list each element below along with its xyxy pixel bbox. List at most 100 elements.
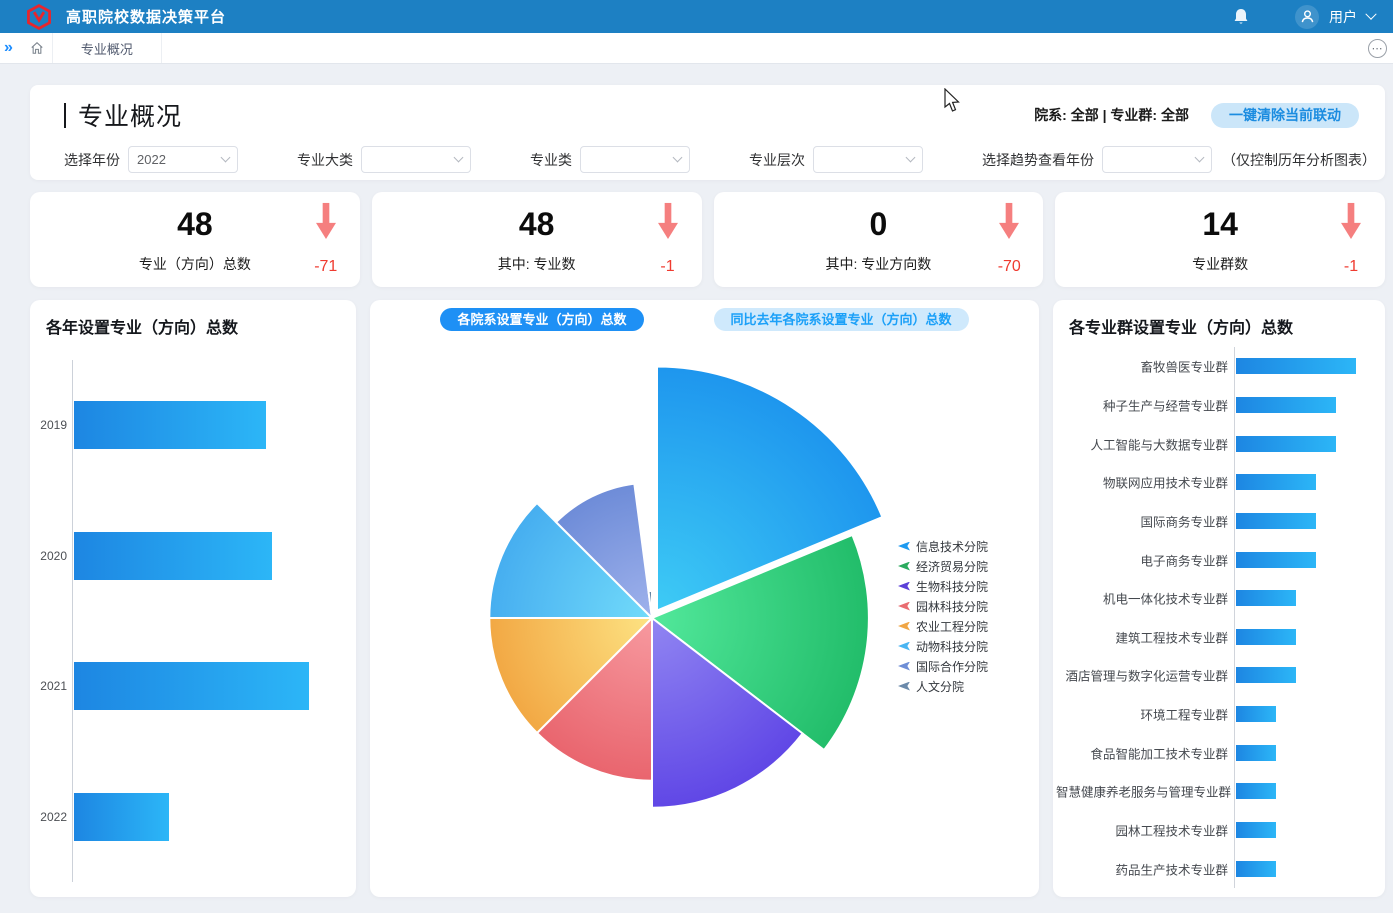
group-chart-row: 建筑工程技术专业群 <box>1235 629 1374 645</box>
legend-marker-icon <box>898 642 910 651</box>
stats-row: 48专业（方向）总数-7148其中: 专业数-10其中: 专业方向数-7014专… <box>30 192 1385 287</box>
year-axis-label: 2021 <box>31 679 67 693</box>
group-axis-label: 人工智能与大数据专业群 <box>1056 434 1228 453</box>
group-chart-title: 各专业群设置专业（方向）总数 <box>1053 300 1385 338</box>
group-chart-row: 物联网应用技术专业群 <box>1235 474 1374 490</box>
legend-item-5[interactable]: 动物科技分院 <box>898 636 988 656</box>
trend-down-arrow-icon <box>997 202 1021 240</box>
group-bar-9[interactable] <box>1236 706 1276 722</box>
chevron-down-icon <box>673 153 683 163</box>
legend-marker-icon <box>898 682 910 691</box>
group-axis-label: 环境工程专业群 <box>1056 705 1228 724</box>
legend-label: 经济贸易分院 <box>916 558 988 575</box>
filter-select-4[interactable] <box>1102 146 1212 173</box>
group-bar-12[interactable] <box>1236 822 1276 838</box>
filter-group-3: 专业层次 <box>749 146 923 173</box>
chevron-down-icon <box>454 153 464 163</box>
stat-card-0: 48专业（方向）总数-71 <box>30 192 360 287</box>
filter-label: 专业类 <box>530 150 572 170</box>
legend-item-3[interactable]: 园林科技分院 <box>898 596 988 616</box>
notification-bell-icon[interactable] <box>1233 8 1249 26</box>
group-bar-10[interactable] <box>1236 745 1276 761</box>
year-bar-2022[interactable] <box>74 793 169 841</box>
legend-item-1[interactable]: 经济贸易分院 <box>898 556 988 576</box>
chevron-down-icon <box>906 153 916 163</box>
stat-value: 0 <box>714 206 1044 243</box>
filter-label: 选择趋势查看年份 <box>982 150 1094 170</box>
group-axis-label: 建筑工程技术专业群 <box>1056 627 1228 646</box>
year-chart-row: 2019 <box>73 401 344 449</box>
yearly-chart-title: 各年设置专业（方向）总数 <box>30 300 356 338</box>
group-totals-chart-card: 各专业群设置专业（方向）总数 畜牧兽医专业群种子生产与经营专业群人工智能与大数据… <box>1053 300 1385 897</box>
group-axis-label: 电子商务专业群 <box>1056 550 1228 569</box>
legend-item-4[interactable]: 农业工程分院 <box>898 616 988 636</box>
group-bar-1[interactable] <box>1236 397 1336 413</box>
filter-group-1: 专业大类 <box>297 146 471 173</box>
group-bar-13[interactable] <box>1236 861 1276 877</box>
group-bar-2[interactable] <box>1236 436 1336 452</box>
filter-select-0[interactable]: 2022 <box>128 146 238 173</box>
group-bar-6[interactable] <box>1236 590 1296 606</box>
group-chart-row: 畜牧兽医专业群 <box>1235 358 1374 374</box>
filter-select-3[interactable] <box>813 146 923 173</box>
year-bar-2019[interactable] <box>74 401 266 449</box>
filter-group-2: 专业类 <box>530 146 690 173</box>
legend-marker-icon <box>898 582 910 591</box>
home-icon <box>30 41 44 55</box>
app-title: 高职院校数据决策平台 <box>66 6 226 27</box>
legend-label: 国际合作分院 <box>916 658 988 675</box>
top-bar: 高职院校数据决策平台 用户 <box>0 0 1393 33</box>
legend-marker-icon <box>898 662 910 671</box>
user-menu-label[interactable]: 用户 <box>1329 7 1357 27</box>
legend-item-0[interactable]: 信息技术分院 <box>898 536 988 556</box>
home-tab[interactable] <box>23 33 53 63</box>
group-chart-row: 国际商务专业群 <box>1235 513 1374 529</box>
pie-legend: 信息技术分院经济贸易分院生物科技分院园林科技分院农业工程分院动物科技分院国际合作… <box>898 536 988 696</box>
tab-active[interactable]: 专业概况 <box>53 33 162 63</box>
group-bar-3[interactable] <box>1236 474 1316 490</box>
legend-label: 人文分院 <box>916 678 964 695</box>
group-bar-4[interactable] <box>1236 513 1316 529</box>
filter-select-2[interactable] <box>580 146 690 173</box>
linkage-summary: 院系: 全部 | 专业群: 全部 <box>1034 105 1189 125</box>
page-header-card: 专业概况 院系: 全部 | 专业群: 全部 一键清除当前联动 选择年份2022专… <box>30 85 1385 180</box>
app-logo-icon <box>26 4 52 30</box>
group-bar-plot: 畜牧兽医专业群种子生产与经营专业群人工智能与大数据专业群物联网应用技术专业群国际… <box>1234 347 1374 888</box>
group-bar-8[interactable] <box>1236 667 1296 683</box>
stat-change: -70 <box>997 258 1021 276</box>
group-bar-0[interactable] <box>1236 358 1356 374</box>
legend-marker-icon <box>898 622 910 631</box>
chevron-down-icon[interactable] <box>1365 8 1376 19</box>
stat-value: 48 <box>30 206 360 243</box>
clear-linkage-button[interactable]: 一键清除当前联动 <box>1211 103 1359 128</box>
group-bar-11[interactable] <box>1236 783 1276 799</box>
year-chart-row: 2020 <box>73 532 344 580</box>
stat-card-2: 0其中: 专业方向数-70 <box>714 192 1044 287</box>
filter-groups: 选择年份 2022 专业大类 专业类 专业层次 选择趋势查看年份 <box>64 146 1222 173</box>
legend-marker-icon <box>898 542 910 551</box>
department-rose-chart-card: 各院系设置专业（方向）总数 同比去年各院系设置专业（方向）总数 信息技术分院经济… <box>370 300 1039 897</box>
tab-bar: » 专业概况 ⋯ <box>0 33 1393 64</box>
legend-item-7[interactable]: 人文分院 <box>898 676 988 696</box>
group-chart-row: 食品智能加工技术专业群 <box>1235 745 1374 761</box>
legend-item-6[interactable]: 国际合作分院 <box>898 656 988 676</box>
legend-item-2[interactable]: 生物科技分院 <box>898 576 988 596</box>
group-axis-label: 智慧健康养老服务与管理专业群 <box>1056 782 1228 801</box>
sidebar-collapse-icon[interactable]: » <box>0 39 23 57</box>
trend-down-arrow-icon <box>314 202 338 240</box>
year-chart-row: 2021 <box>73 662 344 710</box>
filter-select-1[interactable] <box>361 146 471 173</box>
legend-label: 农业工程分院 <box>916 618 988 635</box>
yearly-bar-plot: 2019202020212022 <box>72 360 344 882</box>
group-chart-row: 酒店管理与数字化运营专业群 <box>1235 667 1374 683</box>
filter-label: 选择年份 <box>64 150 120 170</box>
group-bar-5[interactable] <box>1236 552 1316 568</box>
year-bar-2020[interactable] <box>74 532 272 580</box>
user-avatar[interactable] <box>1295 5 1319 29</box>
group-chart-row: 园林工程技术专业群 <box>1235 822 1374 838</box>
group-bar-7[interactable] <box>1236 629 1296 645</box>
year-bar-2021[interactable] <box>74 662 309 710</box>
filter-label: 专业大类 <box>297 150 353 170</box>
legend-marker-icon <box>898 602 910 611</box>
tab-options-icon[interactable]: ⋯ <box>1368 39 1387 58</box>
